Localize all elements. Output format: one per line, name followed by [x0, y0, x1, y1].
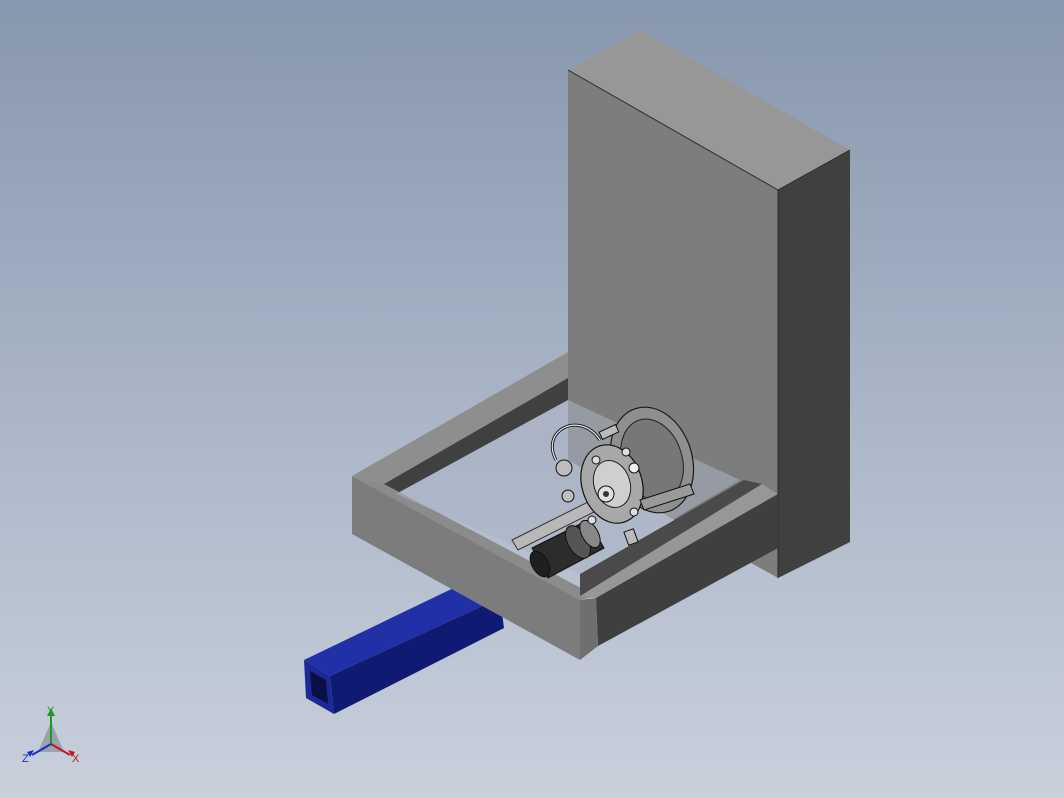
square-tube[interactable] — [304, 582, 504, 714]
cad-model-scene[interactable] — [0, 0, 1064, 798]
wall-side-face — [778, 150, 850, 578]
x-axis-label: X — [72, 753, 80, 765]
cad-viewport[interactable]: Y X Z — [0, 0, 1064, 798]
orientation-triad[interactable]: Y X Z — [18, 704, 84, 766]
z-axis-label: Z — [22, 753, 29, 765]
y-axis-label: Y — [47, 705, 55, 717]
frame-corner-end — [580, 598, 598, 660]
